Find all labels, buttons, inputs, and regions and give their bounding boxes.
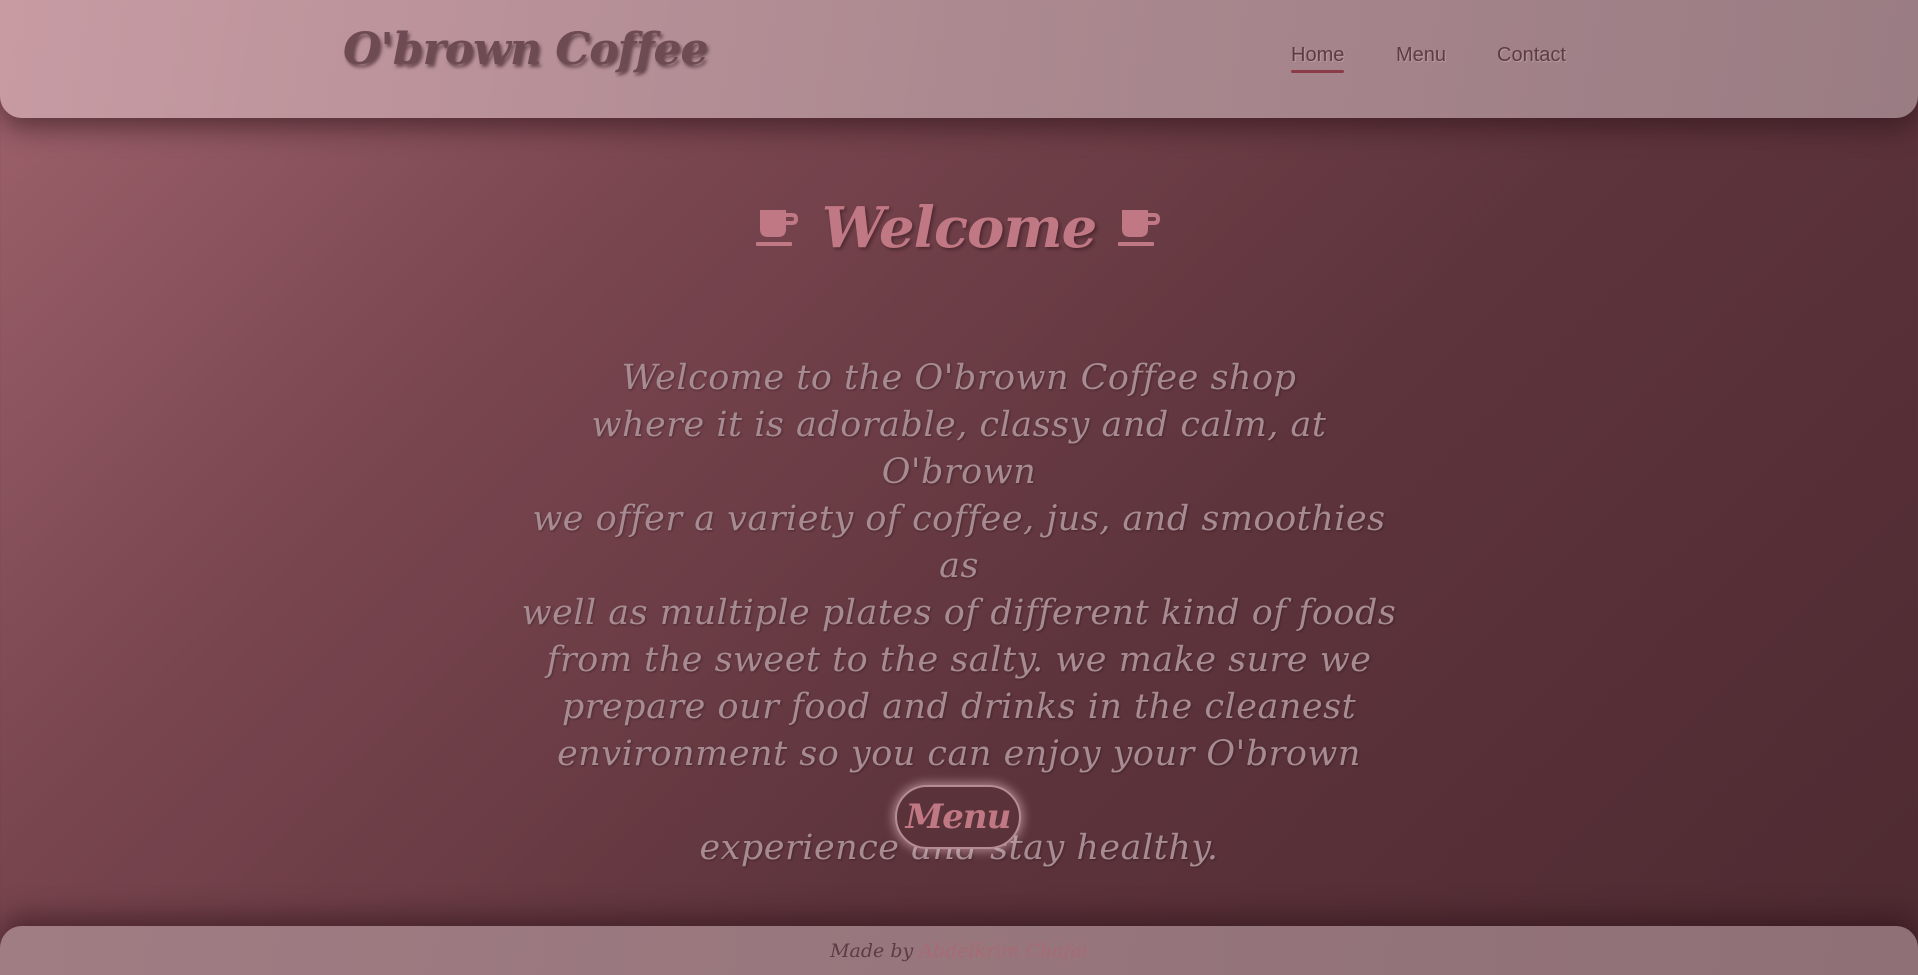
nav-link-menu[interactable]: Menu bbox=[1396, 44, 1446, 74]
coffee-cup-icon bbox=[755, 210, 798, 246]
intro-line: we offer a variety of coffee, jus, and s… bbox=[532, 499, 1386, 586]
menu-button[interactable]: Menu bbox=[895, 785, 1021, 849]
intro-line: Welcome to the O'brown Coffee shop bbox=[621, 358, 1297, 398]
brand-logo[interactable]: O'brown Coffee bbox=[343, 24, 708, 75]
welcome-title: Welcome bbox=[821, 195, 1098, 261]
welcome-heading-row: Welcome bbox=[0, 188, 1918, 268]
intro-line: prepare our food and drinks in the clean… bbox=[561, 687, 1357, 727]
nav-link-contact[interactable]: Contact bbox=[1497, 44, 1566, 74]
footer-prefix: Made by bbox=[830, 940, 914, 962]
footer-credit: Made by Abdelkrim Chafai bbox=[0, 940, 1918, 962]
intro-line: where it is adorable, classy and calm, a… bbox=[591, 405, 1327, 492]
site-footer: Made by Abdelkrim Chafai bbox=[0, 926, 1918, 975]
intro-line: from the sweet to the salty. we make sur… bbox=[546, 640, 1372, 680]
footer-author-link[interactable]: Abdelkrim Chafai bbox=[919, 940, 1088, 962]
site-header: O'brown Coffee Home Menu Contact bbox=[0, 0, 1918, 118]
nav-link-home[interactable]: Home bbox=[1291, 44, 1345, 74]
coffee-cup-icon bbox=[1118, 210, 1161, 246]
intro-line: well as multiple plates of different kin… bbox=[521, 593, 1397, 633]
